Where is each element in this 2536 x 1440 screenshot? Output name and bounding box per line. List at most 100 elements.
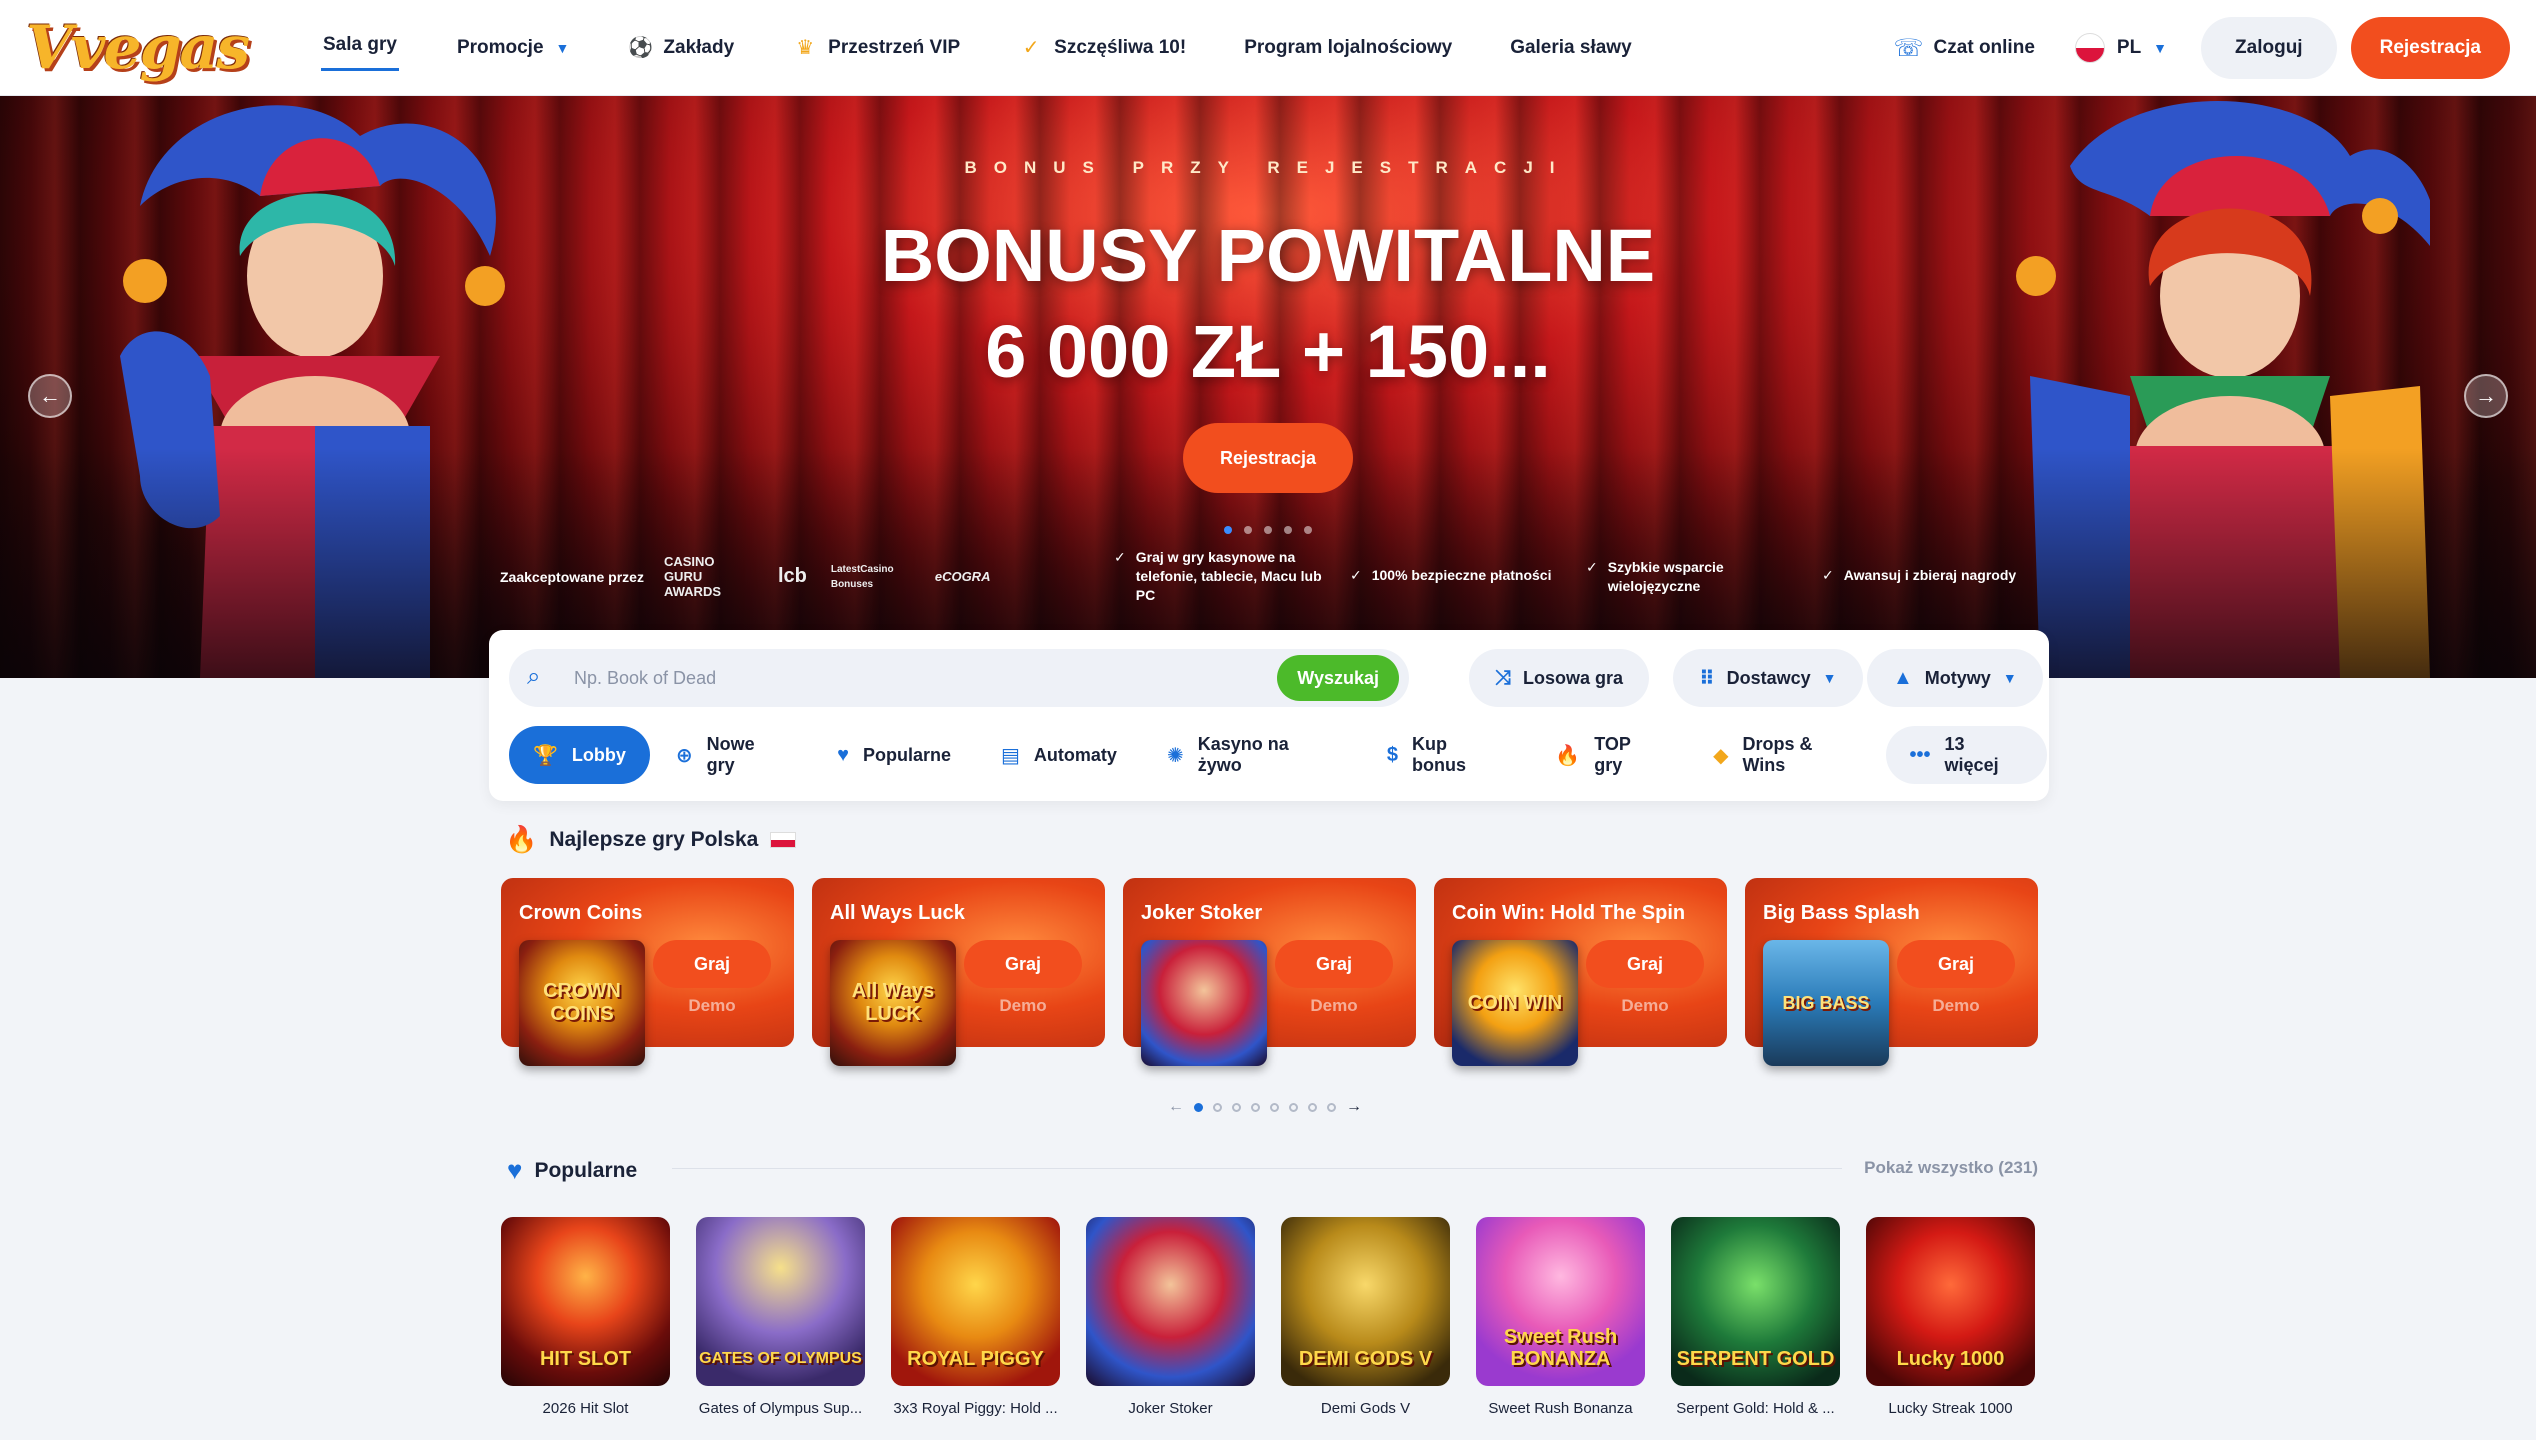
hero-title-line2: 6 000 ZŁ + 150... <box>985 310 1551 393</box>
tab-label: Popularne <box>863 744 952 765</box>
nav-szczesliwa-10[interactable]: ✓ Szczęśliwa 10! <box>989 0 1215 96</box>
checkmark-icon: ✓ <box>1586 559 1598 575</box>
demo-button[interactable]: Demo <box>1275 996 1393 1016</box>
nav-vip[interactable]: ♛ Przestrzeń VIP <box>763 0 989 96</box>
search-button[interactable]: Wyszukaj <box>1277 655 1399 701</box>
feature-text: Graj w gry kasynowe na telefonie, tablec… <box>1135 549 1322 603</box>
hero-next-arrow[interactable]: → <box>2464 374 2508 418</box>
providers-dropdown[interactable]: ⠿ Dostawcy ▼ <box>1673 649 1863 707</box>
game-art-title: Lucky 1000 <box>1896 1348 2005 1370</box>
game-tile[interactable]: Lucky 1000 <box>1866 1217 2035 1386</box>
game-title: Crown Coins <box>519 902 643 924</box>
game-thumbnail[interactable]: All Ways LUCK <box>830 940 956 1066</box>
game-tile[interactable]: SERPENT GOLD <box>1671 1217 1840 1386</box>
top-game-card[interactable]: Coin Win: Hold The Spin COIN WIN Graj De… <box>1434 878 1727 1066</box>
show-all-link[interactable]: Pokaż wszystko (231) <box>1864 1158 2038 1178</box>
game-tile[interactable]: DEMI GODS V <box>1281 1217 1450 1386</box>
hero-register-button[interactable]: Rejestracja <box>1183 423 1353 493</box>
nav-program-lojalnosciowy[interactable]: Program lojalnościowy <box>1215 0 1481 96</box>
site-logo[interactable]: Vvegas <box>26 18 250 78</box>
themes-label: Motywy <box>1924 667 1991 688</box>
demo-button[interactable]: Demo <box>964 996 1082 1016</box>
pager-dot[interactable] <box>1194 1102 1203 1112</box>
top-game-card[interactable]: All Ways Luck All Ways LUCK Graj Demo <box>812 878 1105 1066</box>
more-dots-icon: ••• <box>1909 743 1931 766</box>
game-thumbnail[interactable]: COIN WIN <box>1452 940 1578 1066</box>
tab-nowe-gry[interactable]: ⊕ Nowe gry <box>652 726 811 784</box>
play-button[interactable]: Graj <box>653 940 771 988</box>
tab-popularne[interactable]: ♥ Popularne <box>813 726 975 784</box>
themes-dropdown[interactable]: ▲ Motywy ▼ <box>1867 649 2043 707</box>
game-name[interactable]: Joker Stoker <box>1086 1400 1255 1417</box>
tab-top-gry[interactable]: 🔥 TOP gry <box>1531 726 1687 784</box>
carousel-dot[interactable] <box>1244 526 1252 534</box>
random-game-button[interactable]: ⤨ Losowa gra <box>1469 649 1650 707</box>
game-name[interactable]: Serpent Gold: Hold & ... <box>1671 1400 1840 1417</box>
chevron-down-icon: ▼ <box>2153 40 2168 56</box>
game-name[interactable]: Demi Gods V <box>1281 1400 1450 1417</box>
site-header: Vvegas Sala gry Promocje ▼ ⚽ Zakłady ♛ Prze… <box>0 0 2536 96</box>
top-game-card[interactable]: Crown Coins CROWN COINS Graj Demo <box>501 878 794 1066</box>
game-thumbnail[interactable] <box>1141 940 1267 1066</box>
game-art-title: ROYAL PIGGY <box>907 1348 1044 1370</box>
game-title: Big Bass Splash <box>1763 902 1920 924</box>
play-button[interactable]: Graj <box>1275 940 1393 988</box>
pager-dot[interactable] <box>1327 1102 1336 1112</box>
chevron-down-icon: ▼ <box>2002 670 2017 686</box>
carousel-dot[interactable] <box>1224 526 1232 534</box>
demo-button[interactable]: Demo <box>653 996 771 1016</box>
game-name[interactable]: Gates of Olympus Sup... <box>696 1400 865 1417</box>
pager-dot[interactable] <box>1213 1102 1222 1112</box>
pager-dot[interactable] <box>1270 1102 1279 1112</box>
language-selector[interactable]: PL ▼ <box>2074 33 2168 63</box>
nav-sala-gry[interactable]: Sala gry <box>292 0 428 96</box>
carousel-dot[interactable] <box>1284 526 1292 534</box>
game-name[interactable]: 3x3 Royal Piggy: Hold ... <box>891 1400 1060 1417</box>
arrow-left-icon[interactable]: ← <box>1168 1098 1184 1116</box>
nav-label: Sala gry <box>321 24 399 71</box>
chat-online-link[interactable]: ☏ Czat online <box>1894 34 2035 63</box>
demo-button[interactable]: Demo <box>1586 996 1704 1016</box>
top-game-card[interactable]: Joker Stoker Graj Demo <box>1123 878 1416 1066</box>
nav-zaklady[interactable]: ⚽ Zakłady <box>598 0 763 96</box>
game-tile[interactable] <box>1086 1217 1255 1386</box>
game-tile[interactable]: GATES OF OLYMPUS <box>696 1217 865 1386</box>
pager-dot[interactable] <box>1289 1102 1298 1112</box>
nav-galeria-slawy[interactable]: Galeria sławy <box>1481 0 1660 96</box>
search-bar[interactable]: ⌕ Np. Book of Dead Wyszukaj <box>509 649 1409 707</box>
tab-kasyno-na-zywo[interactable]: ✺ Kasyno na żywo <box>1143 726 1361 784</box>
hero-prev-arrow[interactable]: ← <box>28 374 72 418</box>
arrow-right-icon[interactable]: → <box>1346 1098 1362 1116</box>
game-name[interactable]: 2026 Hit Slot <box>501 1400 670 1417</box>
tab-lobby[interactable]: 🏆 Lobby <box>509 726 650 784</box>
carousel-dot[interactable] <box>1304 526 1312 534</box>
tab-more[interactable]: ••• 13 więcej <box>1885 726 2048 784</box>
play-button[interactable]: Graj <box>1586 940 1704 988</box>
play-button[interactable]: Graj <box>1897 940 2015 988</box>
nav-label: Zakłady <box>663 36 735 58</box>
game-art-title: DEMI GODS V <box>1298 1348 1433 1370</box>
tab-kup-bonus[interactable]: $ Kup bonus <box>1363 726 1529 784</box>
top-game-card[interactable]: Big Bass Splash BIG BASS Graj Demo <box>1745 878 2038 1066</box>
game-name[interactable]: Sweet Rush Bonanza <box>1476 1400 1645 1417</box>
carousel-dot[interactable] <box>1264 526 1272 534</box>
register-button[interactable]: Rejestracja <box>2350 17 2510 79</box>
game-thumbnail[interactable]: BIG BASS <box>1763 940 1889 1066</box>
game-art-title: GATES OF OLYMPUS <box>699 1350 862 1367</box>
pager-dot[interactable] <box>1251 1102 1260 1112</box>
game-thumbnail[interactable]: CROWN COINS <box>519 940 645 1066</box>
nav-promocje[interactable]: Promocje ▼ <box>428 0 598 96</box>
search-panel: ⌕ Np. Book of Dead Wyszukaj ⤨ Losowa gra … <box>489 630 2049 801</box>
search-input[interactable]: Np. Book of Dead <box>574 668 716 689</box>
tab-drops-wins[interactable]: ◆ Drops & Wins <box>1689 726 1883 784</box>
tab-automaty[interactable]: ▤ Automaty <box>977 726 1141 784</box>
game-tile[interactable]: Sweet Rush BONANZA <box>1476 1217 1645 1386</box>
pager-dot[interactable] <box>1308 1102 1317 1112</box>
demo-button[interactable]: Demo <box>1897 996 2015 1016</box>
game-tile[interactable]: HIT SLOT <box>501 1217 670 1386</box>
game-name[interactable]: Lucky Streak 1000 <box>1866 1400 2035 1417</box>
login-button[interactable]: Zaloguj <box>2201 17 2337 79</box>
game-tile[interactable]: ROYAL PIGGY <box>891 1217 1060 1386</box>
pager-dot[interactable] <box>1232 1102 1241 1112</box>
play-button[interactable]: Graj <box>964 940 1082 988</box>
